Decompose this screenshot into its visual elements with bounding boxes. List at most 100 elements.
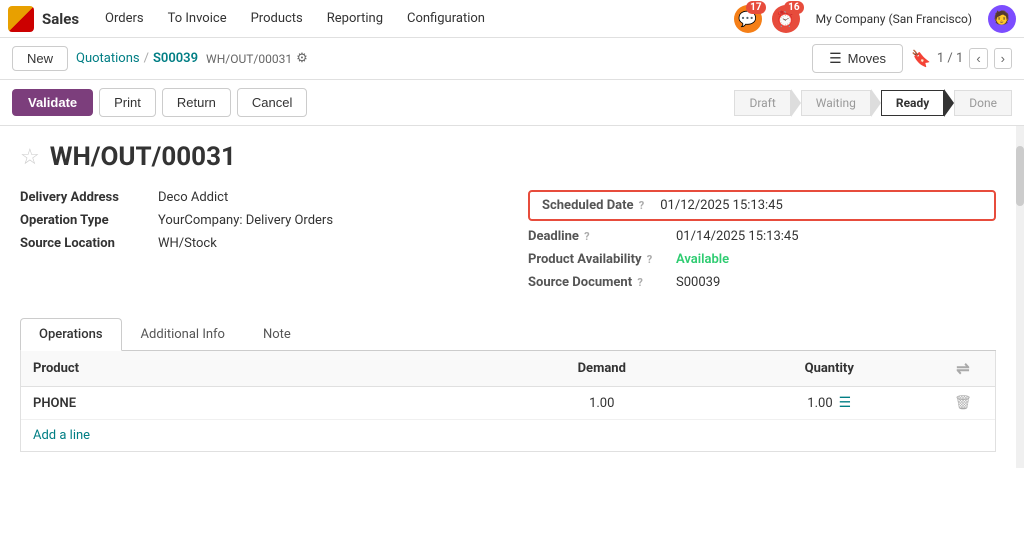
status-arrow-2: [944, 89, 954, 117]
nav-configuration[interactable]: Configuration: [397, 7, 495, 30]
gear-icon[interactable]: ⚙: [296, 51, 308, 66]
status-arrow-0: [791, 89, 801, 117]
record-navigation: 🔖 1 / 1 ‹ ›: [911, 48, 1012, 69]
nav-orders[interactable]: Orders: [95, 7, 154, 30]
delete-row-icon[interactable]: 🗑: [943, 395, 983, 411]
breadcrumb-doc-ref: WH/OUT/00031: [206, 52, 292, 66]
field-right-help-2[interactable]: ?: [647, 253, 652, 266]
validate-button[interactable]: Validate: [12, 89, 93, 116]
field-right-value-3: S00039: [676, 275, 720, 290]
document-title-row: ☆ WH/OUT/00031: [20, 142, 996, 172]
status-label-ready: Ready: [881, 90, 944, 116]
qty-number: 1.00: [807, 396, 832, 411]
breadcrumb-bar: New Quotations / S00039 WH/OUT/00031 ⚙ ☰…: [0, 38, 1024, 80]
scheduled-date-label: Scheduled Date ?: [542, 198, 644, 213]
field-value-2: WH/Stock: [158, 236, 217, 251]
messages-icon-wrap[interactable]: 💬 17: [734, 5, 762, 33]
main-area: ☆ WH/OUT/00031 Delivery Address Deco Addi…: [0, 126, 1016, 468]
status-label-done: Done: [954, 90, 1012, 116]
moves-button[interactable]: ☰ Moves: [812, 44, 903, 73]
status-stage-done[interactable]: Done: [954, 90, 1012, 116]
hamburger-icon: ☰: [829, 50, 842, 67]
field-left-1: Operation Type YourCompany: Delivery Orde…: [20, 213, 488, 228]
fields-area: Delivery Address Deco Addict Operation Typ…: [20, 190, 996, 298]
breadcrumb-s00039[interactable]: S00039: [153, 51, 198, 66]
breadcrumb-separator: /: [144, 51, 149, 66]
tab-note[interactable]: Note: [244, 318, 310, 350]
field-label-2: Source Location: [20, 236, 150, 251]
add-line-button[interactable]: Add a line: [21, 420, 995, 451]
product-name: PHONE: [33, 396, 488, 411]
scrollbar-thumb[interactable]: [1016, 146, 1024, 206]
user-avatar[interactable]: 🧑: [988, 5, 1016, 33]
fields-right: Scheduled Date ? 01/12/2025 15:13:45 Deadl…: [528, 190, 996, 298]
breadcrumb-quotations[interactable]: Quotations: [76, 51, 140, 66]
detail-list-icon[interactable]: ☰: [839, 395, 852, 411]
field-right-label-3: Source Document ?: [528, 275, 668, 290]
print-button[interactable]: Print: [99, 88, 156, 117]
main-content: ☆ WH/OUT/00031 Delivery Address Deco Addi…: [0, 126, 1016, 468]
app-logo[interactable]: [8, 6, 34, 32]
field-left-2: Source Location WH/Stock: [20, 236, 488, 251]
prev-record-button[interactable]: ‹: [969, 48, 987, 69]
messages-badge: 17: [746, 1, 765, 14]
field-label-1: Operation Type: [20, 213, 150, 228]
app-name: Sales: [42, 10, 79, 28]
nav-to-invoice[interactable]: To Invoice: [158, 7, 237, 30]
top-navigation: Sales Orders To Invoice Products Reporti…: [0, 0, 1024, 38]
return-button[interactable]: Return: [162, 88, 231, 117]
action-bar: Validate Print Return Cancel Draft Waitin…: [0, 80, 1024, 126]
col-header-quantity: Quantity: [716, 361, 944, 376]
status-label-draft: Draft: [734, 90, 790, 116]
field-value-0: Deco Addict: [158, 190, 228, 205]
scheduled-date-help-icon[interactable]: ?: [639, 199, 644, 212]
nav-products[interactable]: Products: [241, 7, 313, 30]
quantity-value: 1.00 ☰: [716, 395, 944, 411]
table-header: Product Demand Quantity ⇌: [21, 351, 995, 387]
fields-left: Delivery Address Deco Addict Operation Typ…: [20, 190, 488, 298]
nav-icons-area: 💬 17 ⏰ 16 My Company (San Francisco) 🧑: [734, 5, 1016, 33]
field-right-label-2: Product Availability ?: [528, 252, 668, 267]
status-pipeline: Draft Waiting Ready Done: [734, 89, 1012, 117]
scheduled-date-box: Scheduled Date ? 01/12/2025 15:13:45: [528, 190, 996, 221]
demand-value: 1.00: [488, 396, 716, 411]
tab-operations[interactable]: Operations: [20, 318, 122, 351]
status-arrow-1: [871, 89, 881, 117]
field-right-help-1[interactable]: ?: [584, 230, 589, 243]
field-right-value-1: 01/14/2025 15:13:45: [676, 229, 799, 244]
clock-icon-wrap[interactable]: ⏰ 16: [772, 5, 800, 33]
document-title: WH/OUT/00031: [50, 142, 236, 172]
next-record-button[interactable]: ›: [994, 48, 1012, 69]
field-right-help-3[interactable]: ?: [637, 276, 642, 289]
breadcrumb-sub: WH/OUT/00031 ⚙: [206, 51, 308, 66]
col-header-demand: Demand: [488, 361, 716, 376]
field-value-1: YourCompany: Delivery Orders: [158, 213, 333, 228]
field-right-3: Source Document ? S00039: [528, 275, 996, 290]
status-label-waiting: Waiting: [801, 90, 871, 116]
avatar-initial: 🧑: [994, 11, 1010, 26]
field-label-0: Delivery Address: [20, 190, 150, 205]
status-stage-draft[interactable]: Draft: [734, 89, 800, 117]
table-area: Product Demand Quantity ⇌ PHONE 1.00 1.0…: [20, 351, 996, 452]
field-right-value-2: Available: [676, 252, 729, 267]
scrollbar[interactable]: [1016, 126, 1024, 468]
tab-additional-info[interactable]: Additional Info: [122, 318, 244, 350]
content-wrapper: ☆ WH/OUT/00031 Delivery Address Deco Addi…: [0, 126, 1024, 468]
cancel-button[interactable]: Cancel: [237, 88, 307, 117]
bookmark-icon[interactable]: 🔖: [911, 49, 931, 68]
status-stage-ready[interactable]: Ready: [881, 89, 954, 117]
field-right-1: Deadline ? 01/14/2025 15:13:45: [528, 229, 996, 244]
scheduled-date-value: 01/12/2025 15:13:45: [660, 198, 783, 213]
col-header-actions: ⇌: [943, 359, 983, 378]
moves-label: Moves: [848, 51, 886, 66]
breadcrumb: Quotations / S00039: [76, 51, 198, 66]
nav-reporting[interactable]: Reporting: [317, 7, 393, 30]
tabs-bar: OperationsAdditional InfoNote: [20, 318, 996, 351]
favorite-star-icon[interactable]: ☆: [20, 145, 40, 170]
status-stage-waiting[interactable]: Waiting: [801, 89, 881, 117]
table-row: PHONE 1.00 1.00 ☰ 🗑: [21, 387, 995, 420]
field-right-label-1: Deadline ?: [528, 229, 668, 244]
col-header-product: Product: [33, 361, 488, 376]
record-counter: 1 / 1: [937, 51, 963, 66]
new-button[interactable]: New: [12, 46, 68, 71]
